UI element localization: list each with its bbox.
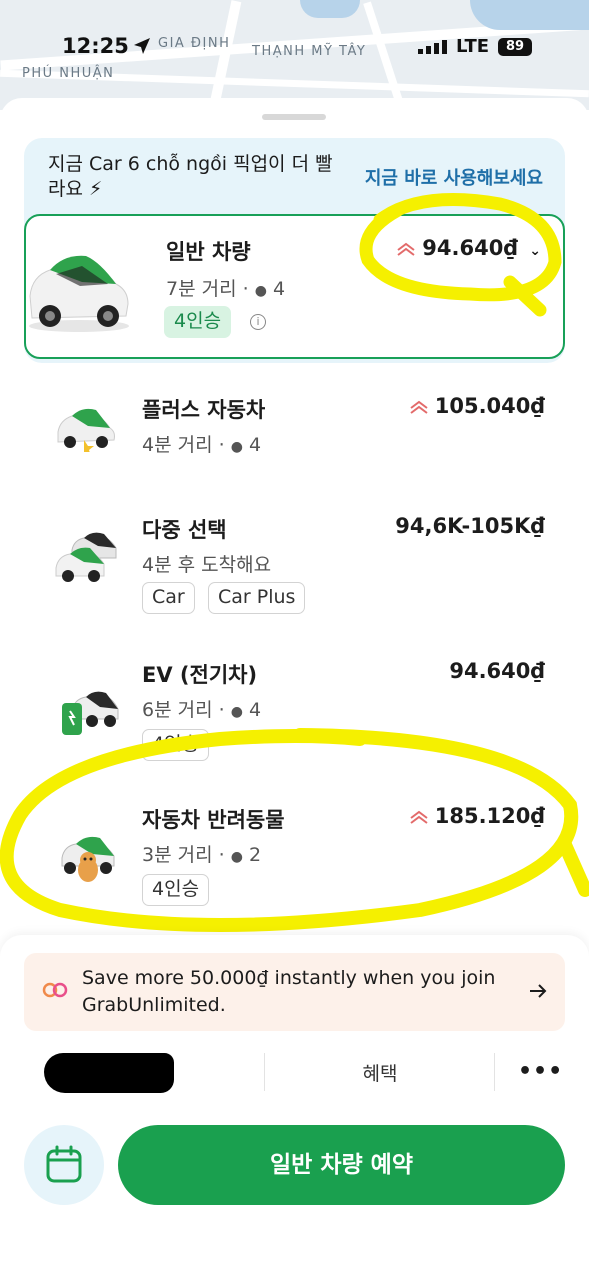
ride-option-plus[interactable]: 플러스 자동차 4분 거리 · ● 4 105.040₫ bbox=[0, 378, 589, 478]
seats-chip: 4인승 bbox=[164, 306, 232, 338]
benefits-button[interactable]: 혜택 bbox=[340, 1059, 420, 1086]
surge-icon bbox=[410, 810, 428, 824]
grab-unlimited-text: Save more 50.000₫ instantly when you joi… bbox=[82, 967, 496, 1016]
multi-car-icon bbox=[55, 532, 117, 582]
ride-options-row: 혜택 ••• bbox=[0, 1045, 589, 1097]
promo-text: 지금 Car 6 chỗ ngồi 픽업이 더 빨라요 ⚡ bbox=[48, 153, 333, 200]
ride-eta: 6분 거리 · ● 4 bbox=[142, 699, 262, 721]
grab-unlimited-banner[interactable]: Save more 50.000₫ instantly when you joi… bbox=[24, 953, 565, 1031]
ride-name: 자동차 반려동물 bbox=[142, 808, 285, 832]
seat-count: 4 bbox=[272, 278, 286, 300]
car-plus-icon bbox=[57, 408, 115, 452]
surge-icon bbox=[397, 242, 415, 256]
arrow-right-icon bbox=[530, 984, 547, 998]
option-chip-car-plus: Car Plus bbox=[208, 582, 306, 614]
ride-eta: 4분 후 도착해요 bbox=[142, 554, 272, 576]
book-ride-button[interactable]: 일반 차량 예약 bbox=[118, 1125, 565, 1205]
seat-count: 2 bbox=[248, 844, 262, 866]
ride-price: 94,6K-105K₫ bbox=[395, 514, 545, 538]
ride-option-pet[interactable]: 자동차 반려동물 3분 거리 · ● 2 4인승 185.120₫ bbox=[0, 788, 589, 918]
calendar-icon bbox=[46, 1145, 82, 1183]
ride-eta: 4분 거리 · ● 4 bbox=[142, 434, 262, 456]
ride-eta: 7분 거리 · ● 4 bbox=[166, 278, 286, 300]
seats-chip: 4인승 bbox=[142, 729, 210, 761]
bottom-panel: Save more 50.000₫ instantly when you joi… bbox=[0, 935, 589, 1280]
ride-name: 플러스 자동차 bbox=[142, 398, 266, 422]
person-icon: ● bbox=[230, 704, 243, 720]
ride-option-ev[interactable]: EV (전기차) 6분 거리 · ● 4 4인승 94.640₫ bbox=[0, 643, 589, 773]
payment-method-redacted[interactable] bbox=[44, 1053, 174, 1093]
surge-icon bbox=[410, 400, 428, 414]
ride-option-multi-select[interactable]: 다중 선택 4분 후 도착해요 Car Car Plus 94,6K-105K₫ bbox=[0, 498, 589, 628]
pet-car-icon bbox=[61, 836, 115, 882]
person-icon: ● bbox=[230, 849, 243, 865]
ride-name: 다중 선택 bbox=[142, 518, 227, 542]
ev-car-icon bbox=[62, 691, 119, 735]
ride-price: 105.040₫ bbox=[409, 394, 545, 418]
map-label-phu-nhuan: PHÚ NHUẬN bbox=[22, 66, 115, 81]
location-arrow-icon bbox=[134, 38, 150, 54]
person-icon: ● bbox=[230, 439, 243, 455]
info-icon[interactable]: i bbox=[250, 314, 266, 330]
signal-icon bbox=[418, 40, 447, 54]
divider bbox=[264, 1053, 265, 1091]
sheet-grabber[interactable] bbox=[262, 114, 326, 120]
ride-price: 94.640₫ ⌄ bbox=[396, 236, 541, 260]
seat-count: 4 bbox=[248, 699, 262, 721]
person-icon: ● bbox=[254, 283, 267, 299]
status-time: 12:25 bbox=[62, 34, 129, 58]
ride-option-standard-selected[interactable]: 일반 차량 7분 거리 · ● 4 4인승 i 94.640₫ ⌄ bbox=[24, 214, 565, 359]
car-standard-icon bbox=[29, 255, 129, 332]
ride-price: 185.120₫ bbox=[409, 804, 545, 828]
status-bar: 12:25 LTE 89 bbox=[0, 34, 589, 64]
schedule-ride-button[interactable] bbox=[24, 1125, 104, 1205]
network-type: LTE bbox=[456, 36, 490, 57]
ride-name: 일반 차량 bbox=[166, 240, 251, 264]
promo-cta-link[interactable]: 지금 바로 사용해보세요 bbox=[365, 164, 543, 190]
divider bbox=[494, 1053, 495, 1091]
more-options-button[interactable]: ••• bbox=[518, 1059, 563, 1084]
ride-price: 94.640₫ bbox=[449, 659, 545, 683]
ride-eta: 3분 거리 · ● 2 bbox=[142, 844, 262, 866]
chevron-down-icon[interactable]: ⌄ bbox=[529, 243, 541, 259]
battery-indicator: 89 bbox=[498, 38, 532, 56]
grab-unlimited-icon bbox=[42, 982, 68, 998]
option-chip-car: Car bbox=[142, 582, 195, 614]
seat-count: 4 bbox=[248, 434, 262, 456]
ride-name: EV (전기차) bbox=[142, 663, 258, 687]
seats-chip: 4인승 bbox=[142, 874, 210, 906]
